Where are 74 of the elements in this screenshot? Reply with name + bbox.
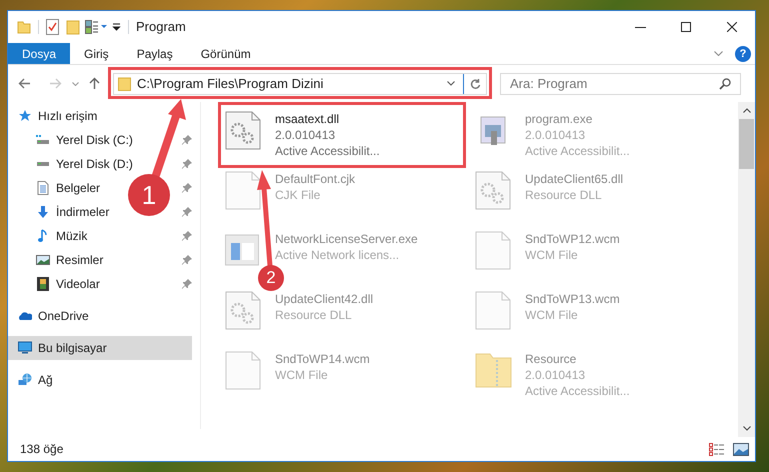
sidebar-item[interactable]: Resimler (8, 248, 108, 272)
file-detail: 2.0.010413 (525, 127, 586, 143)
ribbon-tab[interactable]: Görünüm (186, 43, 265, 64)
pin-icon[interactable] (182, 279, 192, 289)
address-bar[interactable]: C:\Program Files\Program Dizini (113, 72, 487, 94)
sidebar-item[interactable]: Ağ (8, 368, 192, 392)
forward-arrow-icon[interactable] (49, 78, 62, 89)
file-detail: 2.0.010413 (275, 127, 336, 143)
sidebar-item[interactable]: Hızlı erişim (8, 104, 192, 128)
ribbon-tab[interactable]: Dosya (8, 43, 70, 64)
customize-toolbar-icon[interactable] (112, 23, 121, 31)
file-detail: Active Accessibilit... (525, 143, 630, 159)
document-icon (36, 181, 50, 195)
hard-drive-icon (36, 133, 50, 147)
monitor-icon (18, 341, 32, 355)
item-count: 138 öğe (20, 441, 64, 458)
window-title: Program (136, 18, 186, 36)
pin-icon[interactable] (182, 231, 192, 241)
file-detail: Active Network licens... (275, 247, 400, 263)
ribbon-tab[interactable]: Giriş (70, 43, 123, 64)
ribbon-tab[interactable]: Paylaş (122, 43, 187, 64)
help-button[interactable]: ? (735, 46, 751, 62)
network-icon (18, 373, 32, 387)
chevron-down-icon[interactable] (447, 81, 455, 86)
pin-icon[interactable] (182, 207, 192, 217)
address-path: C:\Program Files\Program Dizini (137, 74, 324, 93)
hard-drive-icon (37, 162, 49, 166)
pin-icon[interactable] (182, 255, 192, 265)
sidebar-item[interactable]: İndirmeler (8, 200, 114, 224)
file-detail: CJK File (275, 187, 322, 203)
search-input[interactable]: Ara: Program (510, 74, 719, 94)
file-detail: WCM File (525, 307, 579, 323)
back-arrow-icon[interactable] (18, 78, 31, 89)
up-arrow-icon[interactable] (89, 77, 100, 90)
file-detail: Resource DLL (525, 187, 603, 203)
file-detail: Active Accessibilit... (275, 143, 380, 159)
maximize-icon (681, 22, 691, 32)
file-detail: 2.0.010413 (525, 367, 586, 383)
pin-icon[interactable] (182, 159, 192, 169)
sidebar-item[interactable]: Bu bilgisayar (8, 336, 192, 360)
search-field[interactable]: Ara: Program (500, 72, 741, 94)
close-icon (727, 22, 737, 32)
sidebar-item[interactable]: Yerel Disk (C:) (8, 128, 137, 152)
search-icon (719, 78, 731, 90)
properties-icon[interactable] (46, 19, 59, 35)
star-icon (18, 109, 32, 123)
file-detail: Resource DLL (275, 307, 353, 323)
details-view-icon[interactable] (709, 442, 725, 456)
sidebar-item[interactable]: Belgeler (8, 176, 104, 200)
picture-icon (36, 253, 50, 267)
scrollbar[interactable] (738, 102, 755, 437)
refresh-icon (470, 78, 480, 90)
chevron-down-icon[interactable] (742, 426, 750, 431)
folder-icon (118, 76, 131, 90)
download-arrow-icon (36, 205, 50, 219)
sidebar-item[interactable]: Videolar (8, 272, 104, 296)
film-strip-icon (36, 277, 50, 291)
file-detail: WCM File (525, 247, 579, 263)
file-detail: WCM File (275, 367, 329, 383)
expand-ribbon-icon[interactable] (714, 51, 723, 56)
new-folder-icon[interactable] (66, 19, 80, 35)
folder-icon[interactable] (17, 20, 31, 34)
large-icons-view-icon[interactable] (733, 442, 749, 456)
pin-icon[interactable] (182, 183, 192, 193)
sidebar-item[interactable]: Yerel Disk (D:) (8, 152, 137, 176)
sidebar-item[interactable]: OneDrive (8, 304, 192, 328)
file-name[interactable]: msaatext.dll (275, 111, 380, 127)
minimize-icon (634, 26, 646, 28)
sidebar-item[interactable]: Müzik (8, 224, 92, 248)
view-options-icon[interactable] (85, 20, 109, 34)
chevron-up-icon[interactable] (742, 108, 750, 113)
pin-icon[interactable] (182, 135, 192, 145)
scrollbar-thumb[interactable] (739, 119, 754, 169)
file-detail: Active Accessibilit... (525, 383, 630, 399)
